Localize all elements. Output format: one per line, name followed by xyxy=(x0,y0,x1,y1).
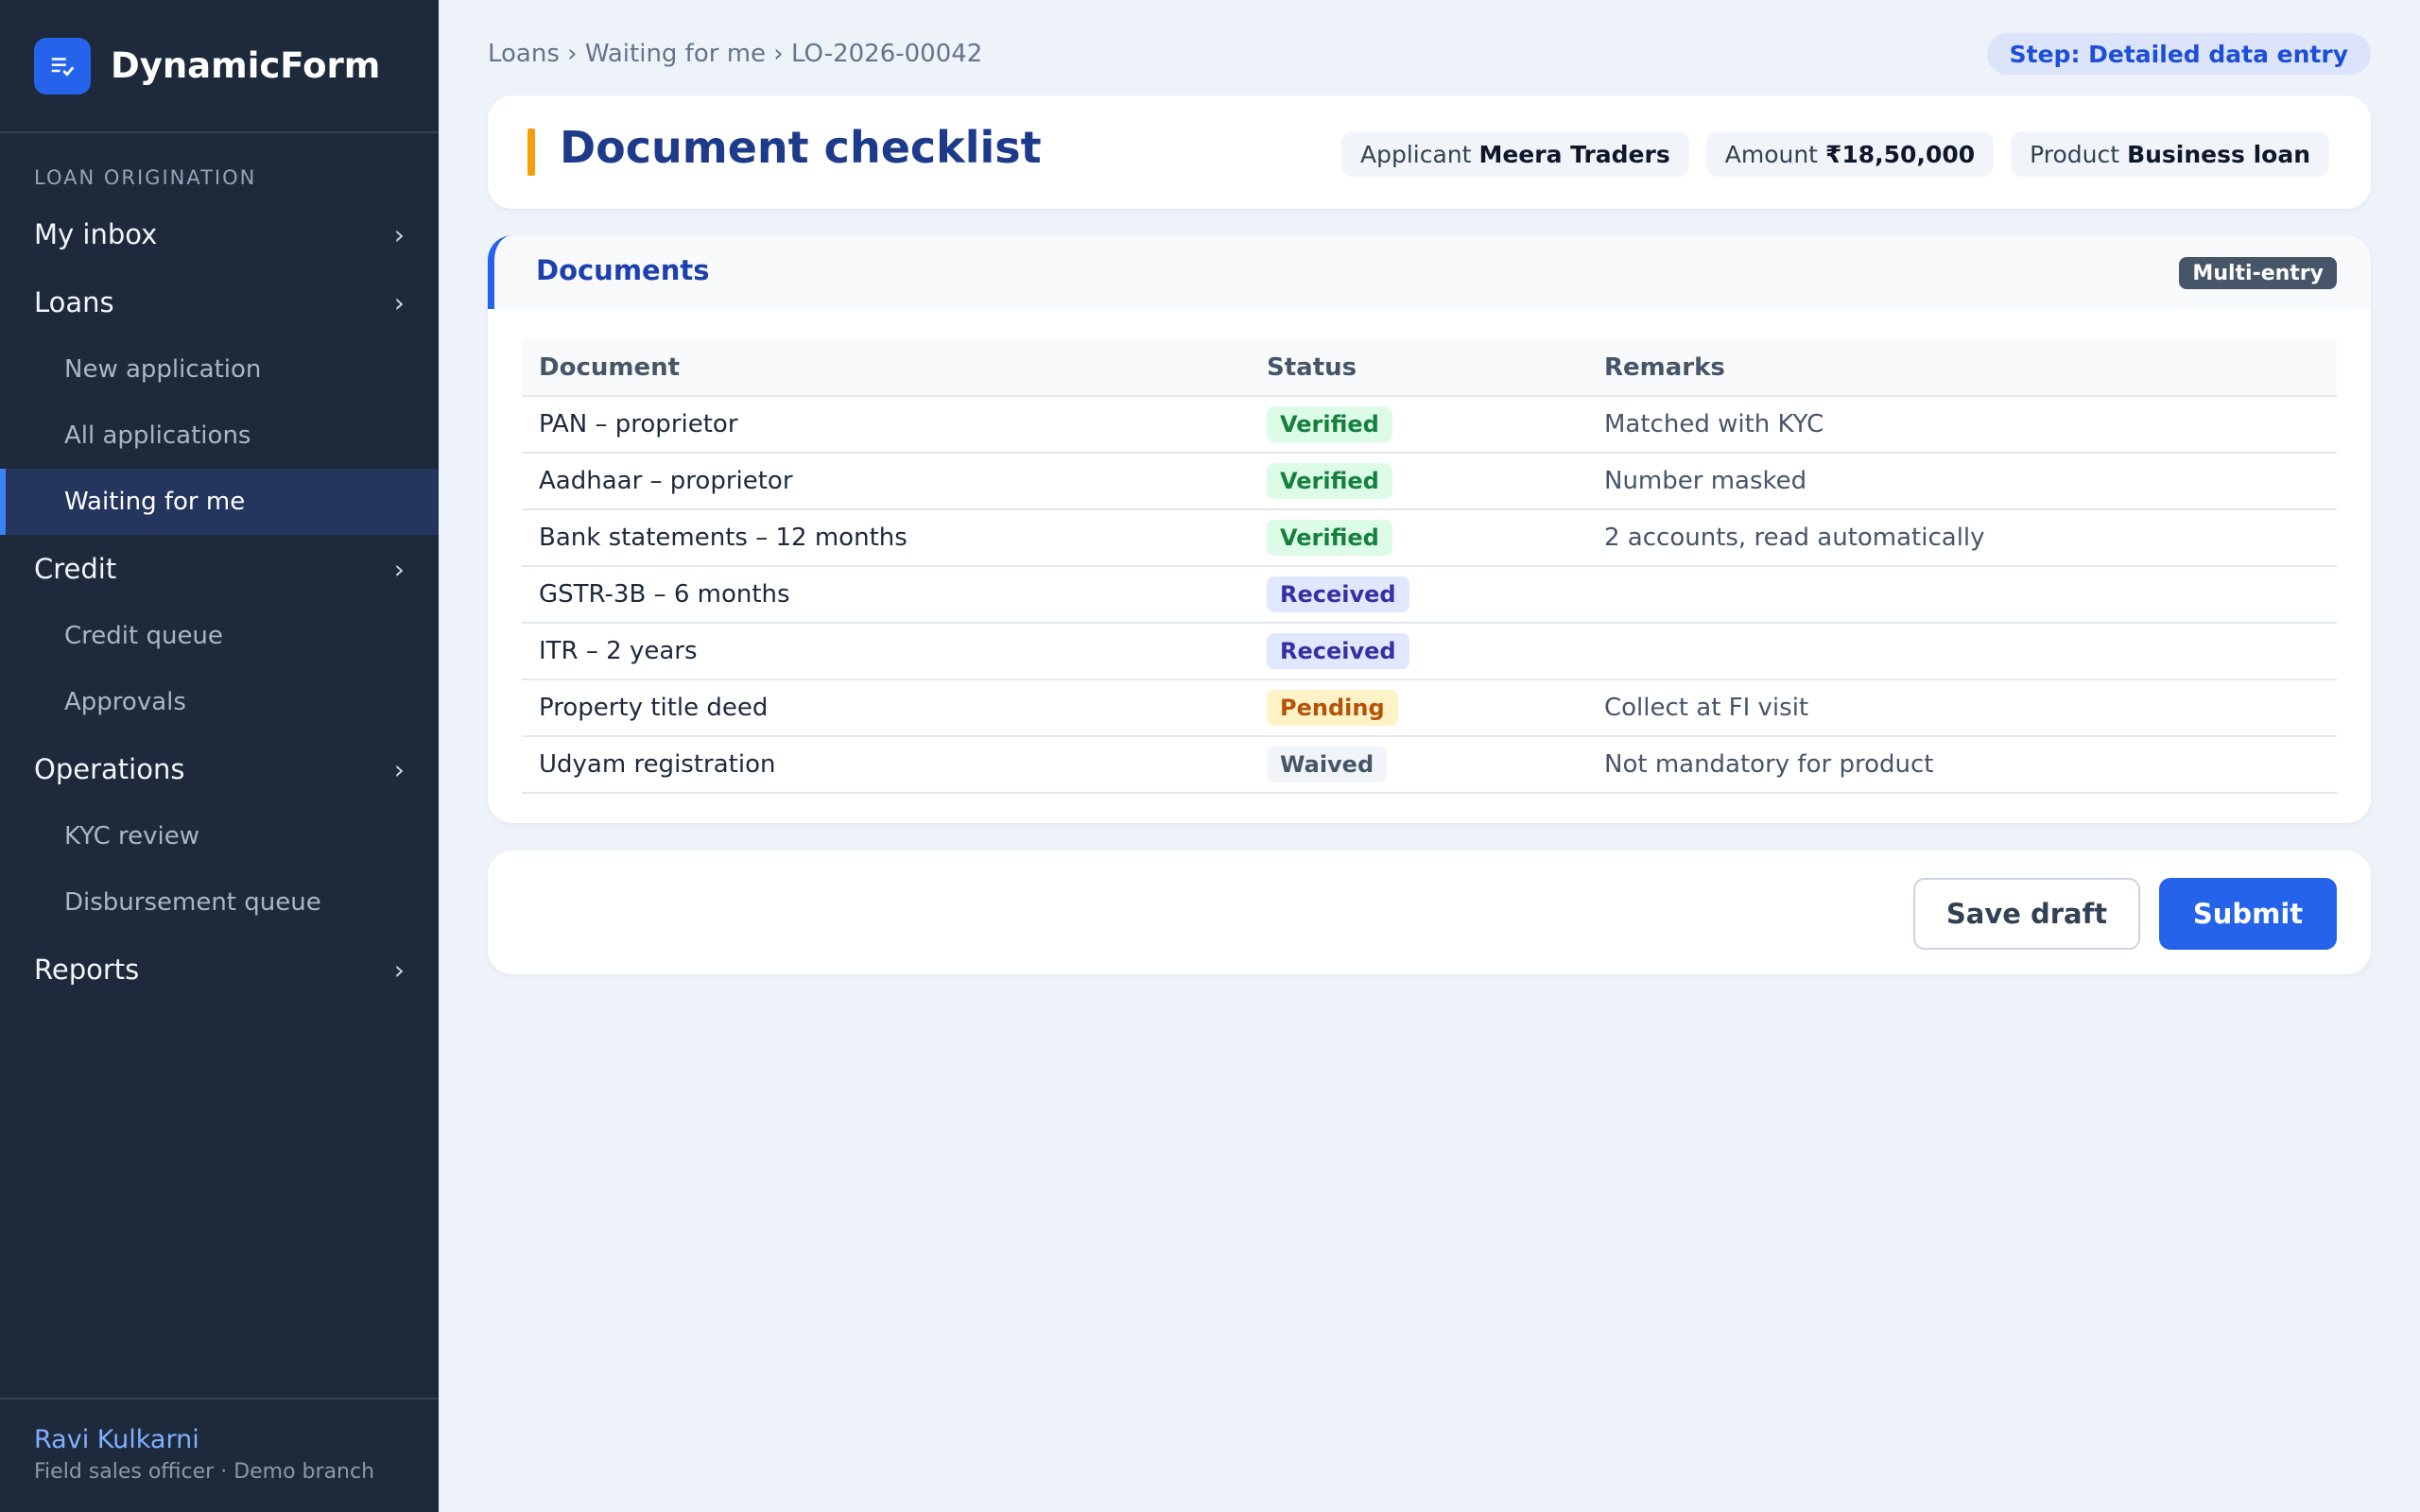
status-cell: Received xyxy=(1250,566,1587,624)
status-badge: Received xyxy=(1267,576,1409,612)
brand[interactable]: DynamicForm xyxy=(0,0,439,133)
sidebar-item-label: Credit xyxy=(34,553,117,585)
actions-card: Save draft Submit xyxy=(488,850,2371,974)
remarks-cell: Not mandatory for product xyxy=(1587,736,2337,794)
table-row[interactable]: GSTR-3B – 6 months Received xyxy=(522,566,2337,624)
status-badge: Verified xyxy=(1267,463,1392,499)
document-cell: Aadhaar – proprietor xyxy=(522,453,1250,510)
table-row[interactable]: ITR – 2 years Received xyxy=(522,623,2337,680)
sidebar-nav: My inbox › Loans › New application All a… xyxy=(0,200,439,1004)
column-header-status: Status xyxy=(1250,339,1587,397)
user-role: Field sales officer · Demo branch xyxy=(34,1460,375,1484)
document-cell: PAN – proprietor xyxy=(522,396,1250,454)
status-cell: Waived xyxy=(1250,736,1587,794)
sidebar-item-loans[interactable]: Loans › xyxy=(0,268,439,336)
status-cell: Received xyxy=(1250,623,1587,680)
sidebar: DynamicForm LOAN ORIGINATION My inbox › … xyxy=(0,0,439,1512)
breadcrumb[interactable]: Loans › Waiting for me › LO-2026-00042 xyxy=(488,40,982,68)
documents-section-header: Documents Multi-entry xyxy=(488,235,2371,309)
table-row[interactable]: Bank statements – 12 months Verified 2 a… xyxy=(522,509,2337,567)
user-name[interactable]: Ravi Kulkarni xyxy=(34,1425,405,1454)
column-header-document: Document xyxy=(522,339,1250,397)
sidebar-item-disbursement-queue[interactable]: Disbursement queue xyxy=(0,869,439,936)
save-draft-button[interactable]: Save draft xyxy=(1913,878,2140,950)
sidebar-item-reports[interactable]: Reports › xyxy=(0,936,439,1004)
chevron-right-icon: › xyxy=(393,954,405,986)
chevron-right-icon: › xyxy=(393,218,405,250)
product-chip: Product Business loan xyxy=(2011,131,2329,177)
remarks-cell: Collect at FI visit xyxy=(1587,679,2337,737)
chip-label: Amount xyxy=(1724,140,1818,168)
sidebar-item-new-application[interactable]: New application xyxy=(0,336,439,403)
table-header-row: Document Status Remarks xyxy=(522,339,2337,397)
document-cell: Udyam registration xyxy=(522,736,1250,794)
user-panel: Ravi Kulkarni Field sales officer · Demo… xyxy=(0,1398,439,1512)
sidebar-item-approvals[interactable]: Approvals xyxy=(0,669,439,735)
chevron-right-icon: › xyxy=(393,553,405,585)
applicant-chip: Applicant Meera Traders xyxy=(1341,131,1689,177)
step-badge: Step: Detailed data entry xyxy=(1986,33,2371,75)
remarks-cell xyxy=(1587,566,2337,624)
sidebar-item-label: My inbox xyxy=(34,218,158,250)
documents-table: Document Status Remarks PAN – proprietor… xyxy=(522,339,2337,794)
status-badge: Pending xyxy=(1267,690,1398,726)
document-cell: ITR – 2 years xyxy=(522,623,1250,680)
chip-label: Product xyxy=(2030,140,2120,168)
sidebar-item-credit[interactable]: Credit › xyxy=(0,535,439,603)
table-row[interactable]: PAN – proprietor Verified Matched with K… xyxy=(522,396,2337,454)
document-cell: Bank statements – 12 months xyxy=(522,509,1250,567)
status-badge: Verified xyxy=(1267,406,1392,442)
table-row[interactable]: Aadhaar – proprietor Verified Number mas… xyxy=(522,453,2337,510)
page-title: Document checklist xyxy=(560,122,1042,173)
remarks-cell: 2 accounts, read automatically xyxy=(1587,509,2337,567)
amount-chip: Amount ₹18,50,000 xyxy=(1705,131,1995,177)
remarks-cell xyxy=(1587,623,2337,680)
documents-card: Documents Multi-entry Document Status Re… xyxy=(488,235,2371,823)
status-cell: Verified xyxy=(1250,453,1587,510)
section-title: Documents xyxy=(536,254,710,286)
app-name: DynamicForm xyxy=(111,45,381,86)
chip-value: Business loan xyxy=(2127,140,2310,168)
sidebar-item-label: Reports xyxy=(34,954,140,986)
sidebar-item-label: Operations xyxy=(34,753,185,785)
status-badge: Received xyxy=(1267,633,1409,669)
table-row[interactable]: Property title deed Pending Collect at F… xyxy=(522,679,2337,737)
remarks-cell: Number masked xyxy=(1587,453,2337,510)
chip-label: Applicant xyxy=(1360,140,1472,168)
sidebar-item-waiting-for-me[interactable]: Waiting for me xyxy=(0,469,439,535)
chevron-right-icon: › xyxy=(393,753,405,785)
status-cell: Verified xyxy=(1250,396,1587,454)
sidebar-item-all-applications[interactable]: All applications xyxy=(0,403,439,469)
status-badge: Verified xyxy=(1267,520,1392,556)
chevron-right-icon: › xyxy=(393,286,405,318)
submit-button[interactable]: Submit xyxy=(2159,878,2337,950)
header-card: Document checklist Applicant Meera Trade… xyxy=(488,95,2371,209)
sidebar-item-operations[interactable]: Operations › xyxy=(0,735,439,803)
chip-value: ₹18,50,000 xyxy=(1824,140,1976,168)
remarks-cell: Matched with KYC xyxy=(1587,396,2337,454)
column-header-remarks: Remarks xyxy=(1587,339,2337,397)
title-accent-bar xyxy=(527,129,535,176)
nav-section-label: LOAN ORIGINATION xyxy=(34,166,257,189)
summary-chips: Applicant Meera Traders Amount ₹18,50,00… xyxy=(1341,131,2329,177)
multi-entry-badge: Multi-entry xyxy=(2179,257,2337,289)
form-check-icon xyxy=(34,37,91,94)
status-cell: Pending xyxy=(1250,679,1587,737)
document-cell: Property title deed xyxy=(522,679,1250,737)
document-cell: GSTR-3B – 6 months xyxy=(522,566,1250,624)
chip-value: Meera Traders xyxy=(1478,140,1670,168)
status-cell: Verified xyxy=(1250,509,1587,567)
sidebar-item-credit-queue[interactable]: Credit queue xyxy=(0,603,439,669)
sidebar-item-kyc-review[interactable]: KYC review xyxy=(0,803,439,869)
sidebar-item-my-inbox[interactable]: My inbox › xyxy=(0,200,439,268)
status-badge: Waived xyxy=(1267,747,1388,782)
table-row[interactable]: Udyam registration Waived Not mandatory … xyxy=(522,736,2337,794)
sidebar-item-label: Loans xyxy=(34,286,114,318)
